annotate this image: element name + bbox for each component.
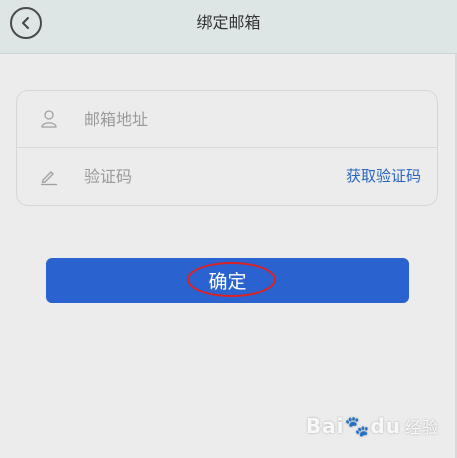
header-bar: 绑定邮箱 — [0, 0, 457, 54]
watermark-sub: 经验 — [404, 418, 439, 437]
chevron-left-icon — [22, 17, 29, 29]
page-title: 绑定邮箱 — [196, 13, 261, 32]
user-icon — [41, 110, 57, 128]
back-button[interactable] — [10, 7, 42, 39]
watermark-paw-icon: 🐾 — [344, 414, 371, 438]
watermark: Bai🐾du 经验 — [306, 414, 439, 438]
email-input[interactable] — [84, 91, 324, 148]
watermark-brand: Bai — [305, 414, 345, 438]
get-code-link[interactable]: 获取验证码 — [346, 148, 421, 205]
form-card: 获取验证码 — [16, 90, 438, 206]
pencil-icon — [41, 171, 57, 186]
code-input[interactable] — [84, 148, 324, 205]
watermark-brand2: du — [370, 414, 401, 438]
email-row — [17, 91, 437, 148]
code-row: 获取验证码 — [17, 148, 437, 205]
confirm-button[interactable]: 确定 — [46, 258, 409, 303]
